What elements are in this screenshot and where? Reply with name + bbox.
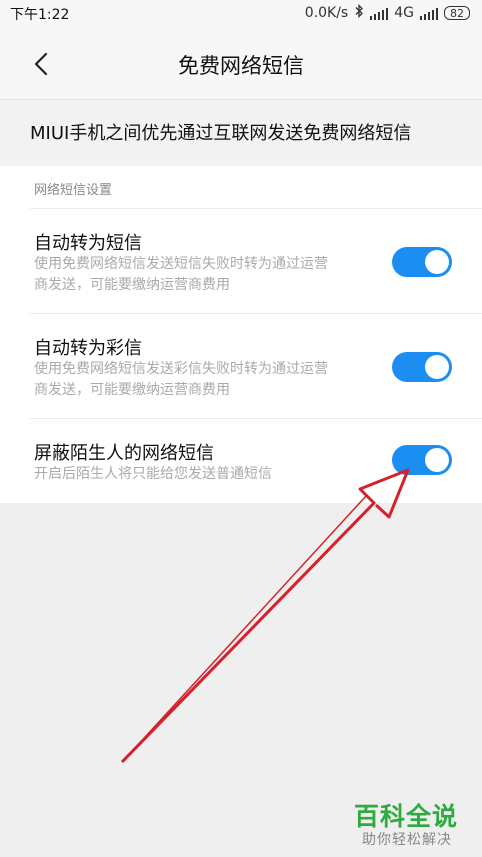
setting-title: 屏蔽陌生人的网络短信	[34, 443, 214, 464]
watermark: 百科全说 助你轻松解决	[346, 797, 472, 848]
settings-panel: 网络短信设置 自动转为短信 使用免费网络短信发送短信失败时转为通过运营 商发送，…	[0, 166, 482, 503]
signal-icon	[420, 7, 438, 20]
watermark-tagline: 助你轻松解决	[362, 832, 452, 848]
setting-description: 开启后陌生人将只能给您发送普通短信	[34, 464, 374, 485]
setting-description-line: 使用免费网络短信发送彩信失败时转为通过运营	[34, 361, 328, 377]
network-type: 4G	[394, 5, 414, 21]
setting-description-line: 商发送，可能要缴纳运营商费用	[34, 382, 230, 398]
arrow-shape	[120, 468, 410, 764]
battery-icon: 82	[444, 6, 470, 20]
toggle-switch[interactable]	[392, 445, 452, 475]
setting-row-block-strangers[interactable]: 屏蔽陌生人的网络短信 开启后陌生人将只能给您发送普通短信	[0, 419, 482, 503]
setting-description: 使用免费网络短信发送彩信失败时转为通过运营 商发送，可能要缴纳运营商费用	[34, 359, 374, 401]
status-indicators: 0.0K/s 4G 82	[304, 3, 470, 22]
intro-banner: MIUI手机之间优先通过互联网发送免费网络短信	[0, 100, 482, 166]
header: 免费网络短信	[0, 28, 482, 100]
setting-title: 自动转为彩信	[34, 338, 142, 359]
toggle-knob	[425, 448, 449, 472]
setting-description-line: 开启后陌生人将只能给您发送普通短信	[34, 466, 272, 482]
section-title: 网络短信设置	[34, 183, 113, 198]
status-time: 下午1:22	[10, 7, 70, 23]
status-bar: 下午1:22 0.0K/s 4G 82	[0, 0, 482, 28]
battery-level: 82	[450, 6, 464, 20]
toggle-switch[interactable]	[392, 247, 452, 277]
setting-title: 自动转为短信	[34, 233, 142, 254]
network-speed: 0.0K/s	[304, 5, 349, 21]
signal-icon	[370, 7, 389, 20]
setting-description: 使用免费网络短信发送短信失败时转为通过运营 商发送，可能要缴纳运营商费用	[34, 254, 374, 296]
page-title: 免费网络短信	[178, 54, 304, 78]
watermark-brand: 百科全说	[353, 802, 458, 831]
setting-description-line: 使用免费网络短信发送短信失败时转为通过运营	[34, 256, 328, 272]
setting-row-auto-mms[interactable]: 自动转为彩信 使用免费网络短信发送彩信失败时转为通过运营 商发送，可能要缴纳运营…	[0, 314, 482, 418]
bluetooth-icon	[354, 3, 364, 22]
toggle-knob	[425, 355, 449, 379]
toggle-switch[interactable]	[392, 352, 452, 382]
intro-text: MIUI手机之间优先通过互联网发送免费网络短信	[30, 123, 412, 144]
setting-description-line: 商发送，可能要缴纳运营商费用	[34, 277, 230, 293]
setting-row-auto-sms[interactable]: 自动转为短信 使用免费网络短信发送短信失败时转为通过运营 商发送，可能要缴纳运营…	[0, 209, 482, 313]
toggle-knob	[425, 250, 449, 274]
